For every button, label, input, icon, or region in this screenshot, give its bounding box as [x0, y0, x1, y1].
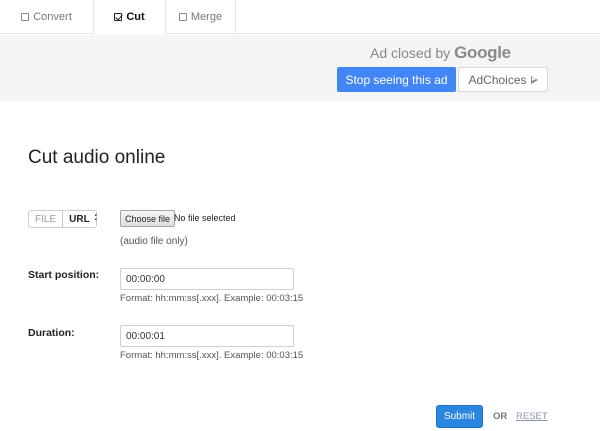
- adchoices-button[interactable]: AdChoices: [458, 67, 548, 92]
- start-position-input[interactable]: [120, 268, 294, 290]
- checkbox-icon: [178, 12, 187, 21]
- file-status: No file selected: [174, 213, 236, 223]
- ad-banner: Ad closed by Google Stop seeing this ad …: [0, 35, 600, 102]
- start-position-label: Start position:: [28, 269, 100, 281]
- tab-cut[interactable]: Cut: [94, 0, 166, 34]
- ad-closed-label: Ad closed by: [370, 45, 451, 61]
- reset-link[interactable]: RESET: [516, 411, 548, 422]
- adchoices-icon: [530, 75, 538, 84]
- source-toggle: FILE URL: [28, 210, 97, 228]
- url-source-button[interactable]: URL: [62, 211, 96, 227]
- duration-label: Duration:: [28, 327, 75, 339]
- source-colon: :: [94, 211, 98, 223]
- file-source-button[interactable]: FILE: [29, 211, 62, 227]
- page-title: Cut audio online: [28, 147, 166, 168]
- start-position-hint: Format: hh:mm:ss[.xxx]. Example: 00:03:1…: [120, 293, 304, 304]
- file-hint: (audio file only): [120, 236, 188, 247]
- google-logo-text: Google: [454, 43, 511, 62]
- choose-file-button[interactable]: Choose file: [120, 210, 176, 227]
- tab-label: Cut: [126, 10, 145, 23]
- tab-label: Convert: [33, 10, 72, 23]
- tab-bar-spacer: [236, 0, 600, 34]
- tab-bar: Convert Cut Merge: [0, 0, 600, 34]
- tab-label: Merge: [190, 10, 223, 23]
- duration-hint: Format: hh:mm:ss[.xxx]. Example: 00:03:1…: [120, 350, 304, 361]
- or-separator: OR: [493, 411, 508, 422]
- ad-closed-text: Ad closed by Google: [370, 43, 511, 63]
- duration-input[interactable]: [120, 325, 294, 347]
- tab-convert[interactable]: Convert: [0, 0, 94, 34]
- checked-checkbox-icon: [114, 12, 123, 21]
- tab-merge[interactable]: Merge: [166, 0, 236, 34]
- adchoices-label: AdChoices: [468, 72, 527, 87]
- stop-seeing-ad-button[interactable]: Stop seeing this ad: [337, 67, 456, 92]
- checkbox-icon: [21, 12, 30, 21]
- submit-button[interactable]: Submit: [436, 405, 483, 428]
